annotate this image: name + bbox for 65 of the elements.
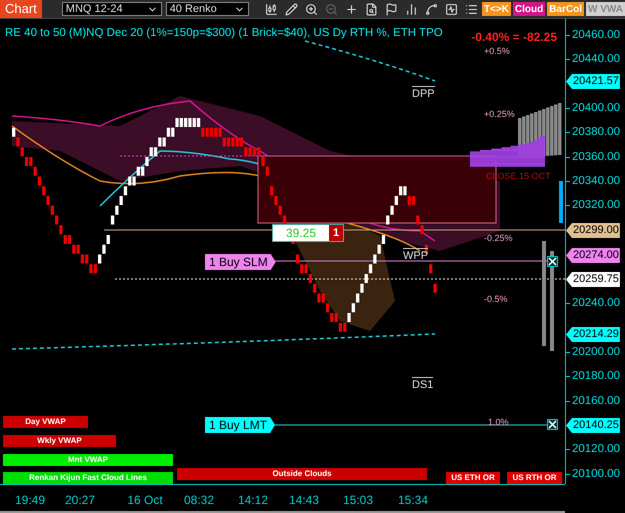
indicator-bar: Day VWAP xyxy=(3,416,88,428)
position-quantity[interactable]: 1 xyxy=(329,225,344,241)
price-tick: 20160.00 xyxy=(572,394,620,408)
zoom-in-icon[interactable] xyxy=(304,2,318,16)
indicator-bar: Renkan Kijun Fast Cloud Lines xyxy=(3,472,173,484)
time-label: 19:49 xyxy=(14,493,46,507)
line-chart-icon[interactable] xyxy=(424,2,438,16)
price-tick: 20320.00 xyxy=(572,198,620,212)
price-tick: 20200.00 xyxy=(572,345,620,359)
order-label[interactable]: 1 Buy LMT xyxy=(205,417,276,433)
indicator-toggle-button[interactable]: Cloud xyxy=(512,2,546,16)
time-label: 14:12 xyxy=(238,493,268,507)
price-tag: 20259.75 xyxy=(566,272,620,287)
price-tag: 20214.29 xyxy=(566,327,620,342)
price-tick: 20440.00 xyxy=(572,52,620,66)
document-search-icon[interactable] xyxy=(364,2,378,16)
price-tick: 20100.00 xyxy=(572,467,620,481)
percent-level-label: -0.25% xyxy=(484,233,513,243)
price-tick: 20380.00 xyxy=(572,125,620,139)
indicator-bar: US RTH OR xyxy=(507,472,562,484)
price-tag: 20274.00 xyxy=(566,248,620,263)
time-label: 20:27 xyxy=(64,493,96,507)
crosshair-icon[interactable] xyxy=(344,2,358,16)
price-tag: 20140.25 xyxy=(566,418,620,433)
cancel-order-icon[interactable] xyxy=(547,419,558,430)
price-tick: 20240.00 xyxy=(572,296,620,310)
pivot-label: DPP xyxy=(412,86,435,100)
indicator-bar: Outside Clouds xyxy=(177,468,427,480)
cancel-order-icon[interactable] xyxy=(547,256,558,267)
pivot-label: WPP xyxy=(403,248,428,262)
activity-icon[interactable] xyxy=(444,2,458,16)
position-pnl: 39.25 xyxy=(273,225,330,241)
price-tick: 20400.00 xyxy=(572,101,620,115)
indicator-bar: Mnt VWAP xyxy=(3,454,173,466)
volume-bar xyxy=(559,181,563,223)
pivot-label: DS1 xyxy=(412,377,434,391)
candlestick-icon[interactable] xyxy=(264,2,278,16)
time-label: 14:43 xyxy=(288,493,320,507)
flag-icon[interactable] xyxy=(384,2,398,16)
price-tick: 20180.00 xyxy=(572,369,620,383)
chart-label: Chart xyxy=(0,0,42,18)
time-label: 15:34 xyxy=(398,493,428,507)
time-label: 16 Oct xyxy=(127,493,163,507)
period-dropdown[interactable]: 40 Renko xyxy=(166,2,249,16)
indicator-bar: Wkly VWAP xyxy=(3,435,116,447)
percent-level-label: +0.5% xyxy=(484,46,510,56)
price-tick: 20340.00 xyxy=(572,174,620,188)
time-label: 15:03 xyxy=(342,493,374,507)
price-tick: 20120.00 xyxy=(572,442,620,456)
chart-title: RE 40 to 50 (M)NQ Dec 20 (1%=150p=$300) (1 Brick=$40), US Dy RTH %, ETH TPO xyxy=(5,27,443,39)
price-tick: 20360.00 xyxy=(572,150,620,164)
percent-level-label: +0.25% xyxy=(484,109,515,119)
time-label: 08:32 xyxy=(184,493,214,507)
order-label[interactable]: 1 Buy SLM xyxy=(205,254,276,270)
price-tick: 20460.00 xyxy=(572,28,620,42)
price-change-text: -0.40% = -82.25 xyxy=(471,30,557,44)
instrument-dropdown[interactable]: MNQ 12-24 xyxy=(62,2,162,16)
price-tag: 20299.00 xyxy=(566,223,620,238)
indicator-bar: US ETH OR xyxy=(446,472,500,484)
percent-level-label: 1.0% xyxy=(488,417,509,427)
price-tag: 20421.57 xyxy=(566,74,620,89)
bar-chart-icon[interactable] xyxy=(404,2,418,16)
pencil-icon[interactable] xyxy=(284,2,298,16)
percent-level-label: -0.5% xyxy=(484,294,508,304)
list-icon[interactable] xyxy=(464,2,478,16)
